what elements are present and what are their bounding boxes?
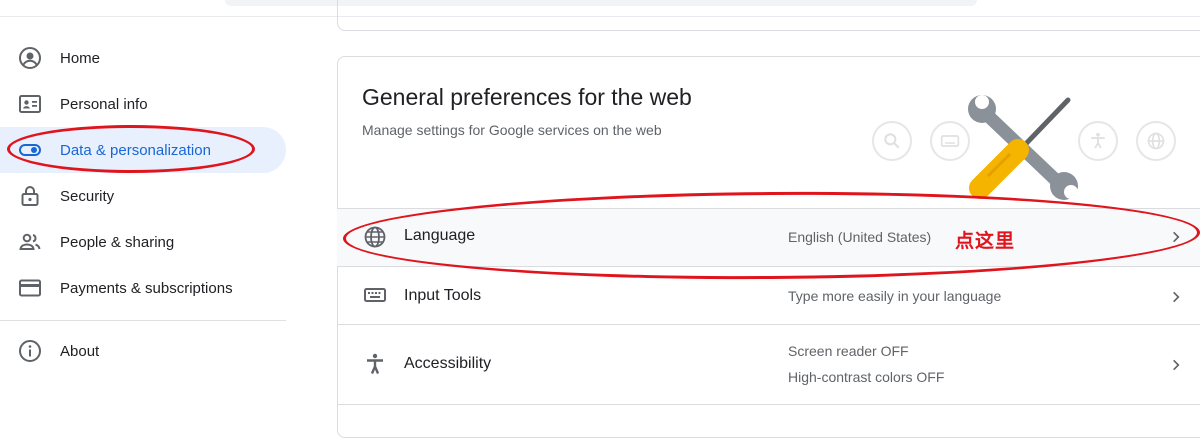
language-label: Language	[404, 227, 476, 244]
sidebar-item-label: Personal info	[60, 95, 148, 113]
sidebar-item-label: Home	[60, 49, 101, 67]
sidebar-item-personal-info[interactable]: Personal info	[0, 81, 286, 127]
people-icon	[19, 233, 41, 250]
sidebar-item-label: Data & personalization	[60, 141, 211, 159]
previous-card	[337, 0, 1200, 31]
account-circle-icon	[19, 47, 41, 69]
sidebar-item-people-sharing[interactable]: People & sharing	[0, 219, 286, 265]
info-icon	[19, 340, 41, 362]
accessibility-label: Accessibility	[404, 355, 492, 372]
language-row[interactable]: Language English (United States)	[337, 208, 1200, 266]
sidebar-item-about[interactable]: About	[0, 328, 286, 374]
globe-icon	[1136, 121, 1176, 161]
credit-card-icon	[19, 279, 41, 297]
tools-icon	[968, 95, 1078, 200]
sidebar-item-payments[interactable]: Payments & subscriptions	[0, 265, 286, 311]
id-card-icon	[19, 95, 41, 113]
sidebar-divider	[0, 320, 286, 321]
sidebar-item-label: Payments & subscriptions	[60, 279, 233, 297]
sidebar-item-home[interactable]: Home	[0, 35, 286, 81]
language-value: English (United States)	[788, 229, 932, 245]
sidebar-item-data-personalization[interactable]: Data & personalization	[0, 127, 286, 173]
card-title: General preferences for the web	[362, 84, 692, 110]
keyboard-icon	[364, 288, 386, 302]
sidebar-item-security[interactable]: Security	[0, 173, 286, 219]
input-tools-value: Type more easily in your language	[788, 288, 1002, 304]
input-tools-label: Input Tools	[404, 287, 482, 304]
accessibility-row[interactable]: Accessibility Screen reader OFF High-con…	[337, 324, 1200, 405]
sidebar-item-label: People & sharing	[60, 233, 175, 251]
accessibility-icon	[367, 353, 383, 374]
next-row	[337, 404, 1200, 420]
lock-icon	[21, 186, 39, 206]
sidebar-item-label: About	[60, 342, 100, 360]
chevron-right-icon	[1173, 231, 1180, 243]
globe-icon	[364, 226, 386, 248]
screen-reader-status: Screen reader OFF	[788, 343, 909, 359]
toggle-icon	[19, 144, 41, 156]
chevron-right-icon	[1173, 359, 1180, 371]
chevron-right-icon	[1173, 291, 1180, 303]
high-contrast-status: High-contrast colors OFF	[788, 369, 945, 385]
sidebar-item-label: Security	[60, 187, 115, 205]
input-tools-row[interactable]: Input Tools Type more easily in your lan…	[337, 266, 1200, 324]
card-subtitle: Manage settings for Google services on t…	[362, 122, 662, 138]
search-icon	[872, 121, 912, 161]
annotation-click-here: 点这里	[955, 231, 1016, 252]
